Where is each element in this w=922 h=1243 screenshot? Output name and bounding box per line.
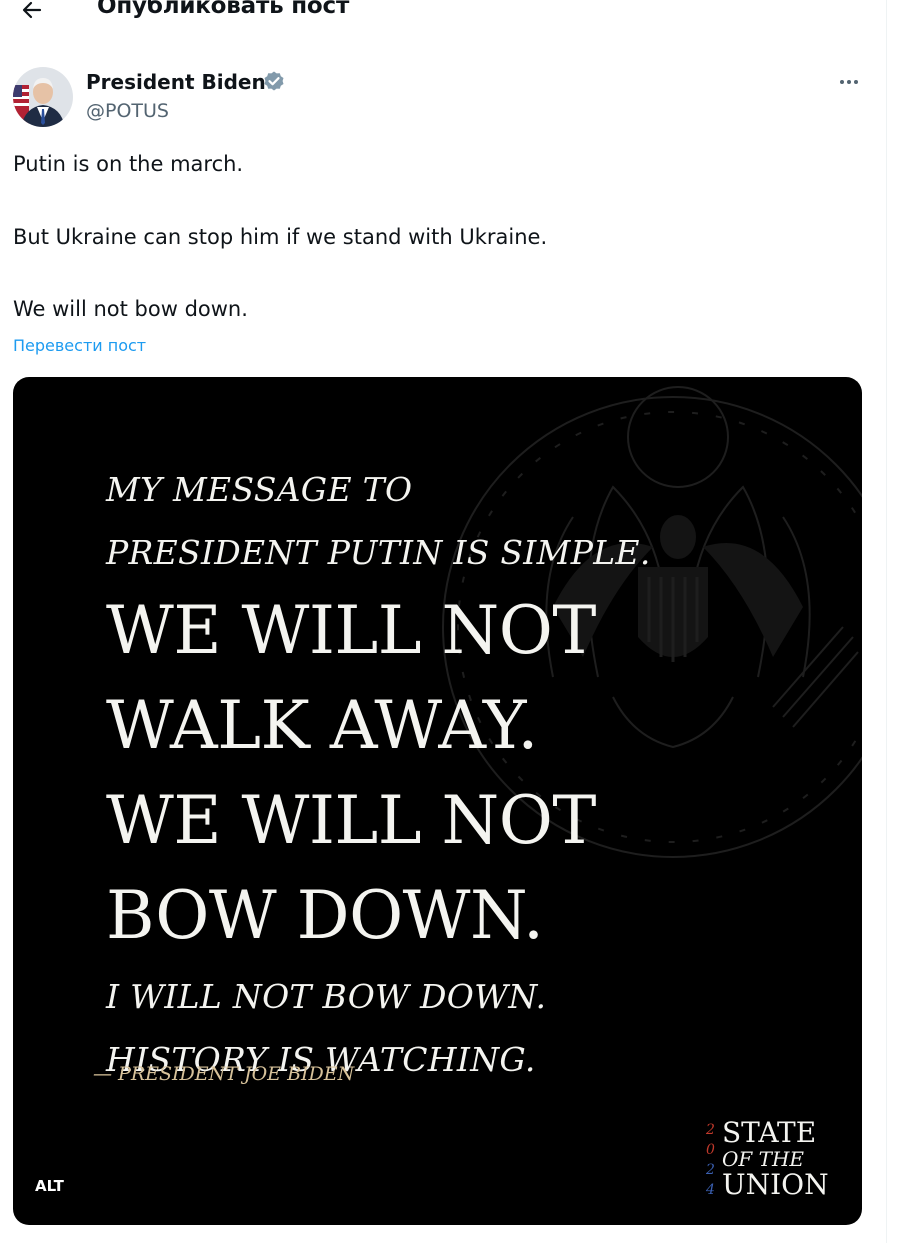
tweet-text-line: We will not bow down. [13,297,248,321]
state-of-the-union-logo: 2 0 2 4 STATE OF THE UNION [706,1116,846,1201]
logo-year: 2 0 2 4 [706,1122,715,1198]
quote-main-line: WE WILL NOT [106,782,596,859]
page-title: Опубликовать пост [97,0,350,19]
quote-main-line: WE WILL NOT [106,592,596,669]
back-button[interactable] [14,0,50,28]
tweet-text-line: Putin is on the march. [13,152,244,176]
arrow-left-icon [22,1,42,19]
alt-text-badge[interactable]: ALT [27,1174,72,1198]
header: Опубликовать пост [0,0,886,30]
quote-attribution: — PRESIDENT JOE BIDEN [93,1063,355,1085]
quote-intro-line: MY MESSAGE TO [106,470,413,509]
quote-main-line: WALK AWAY. [106,687,538,764]
quote-main-line: BOW DOWN. [106,877,544,954]
display-name[interactable]: President Biden [86,70,266,94]
logo-line: UNION [722,1168,829,1201]
quote-outro-line: I WILL NOT BOW DOWN. [106,977,547,1016]
logo-line: STATE [722,1116,817,1149]
avatar[interactable] [13,67,73,127]
quote-intro-line: PRESIDENT PUTIN IS SIMPLE. [106,533,651,572]
translate-post-link[interactable]: Перевести пост [13,336,146,355]
tweet-image[interactable]: MY MESSAGE TO PRESIDENT PUTIN IS SIMPLE.… [13,377,862,1225]
verified-badge-icon[interactable] [262,70,286,94]
more-horizontal-icon [840,80,844,84]
column-border [886,0,887,1243]
handle[interactable]: @POTUS [86,100,169,122]
more-button[interactable] [834,68,864,96]
tweet-text-line: But Ukraine can stop him if we stand wit… [13,225,548,249]
